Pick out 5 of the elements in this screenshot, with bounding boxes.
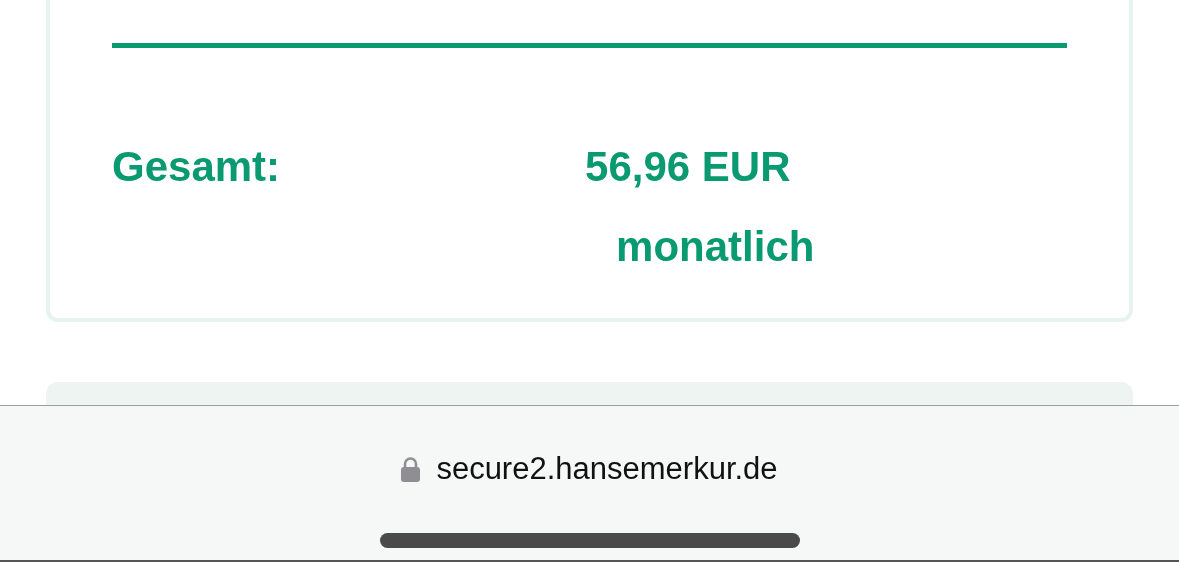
total-period: monatlich (615, 226, 815, 268)
total-label: Gesamt: (112, 146, 281, 192)
home-indicator[interactable] (379, 532, 800, 548)
total-amount: 56,96 EUR (585, 146, 792, 188)
url-text[interactable]: secure2.hansemerkur.de (436, 446, 778, 493)
